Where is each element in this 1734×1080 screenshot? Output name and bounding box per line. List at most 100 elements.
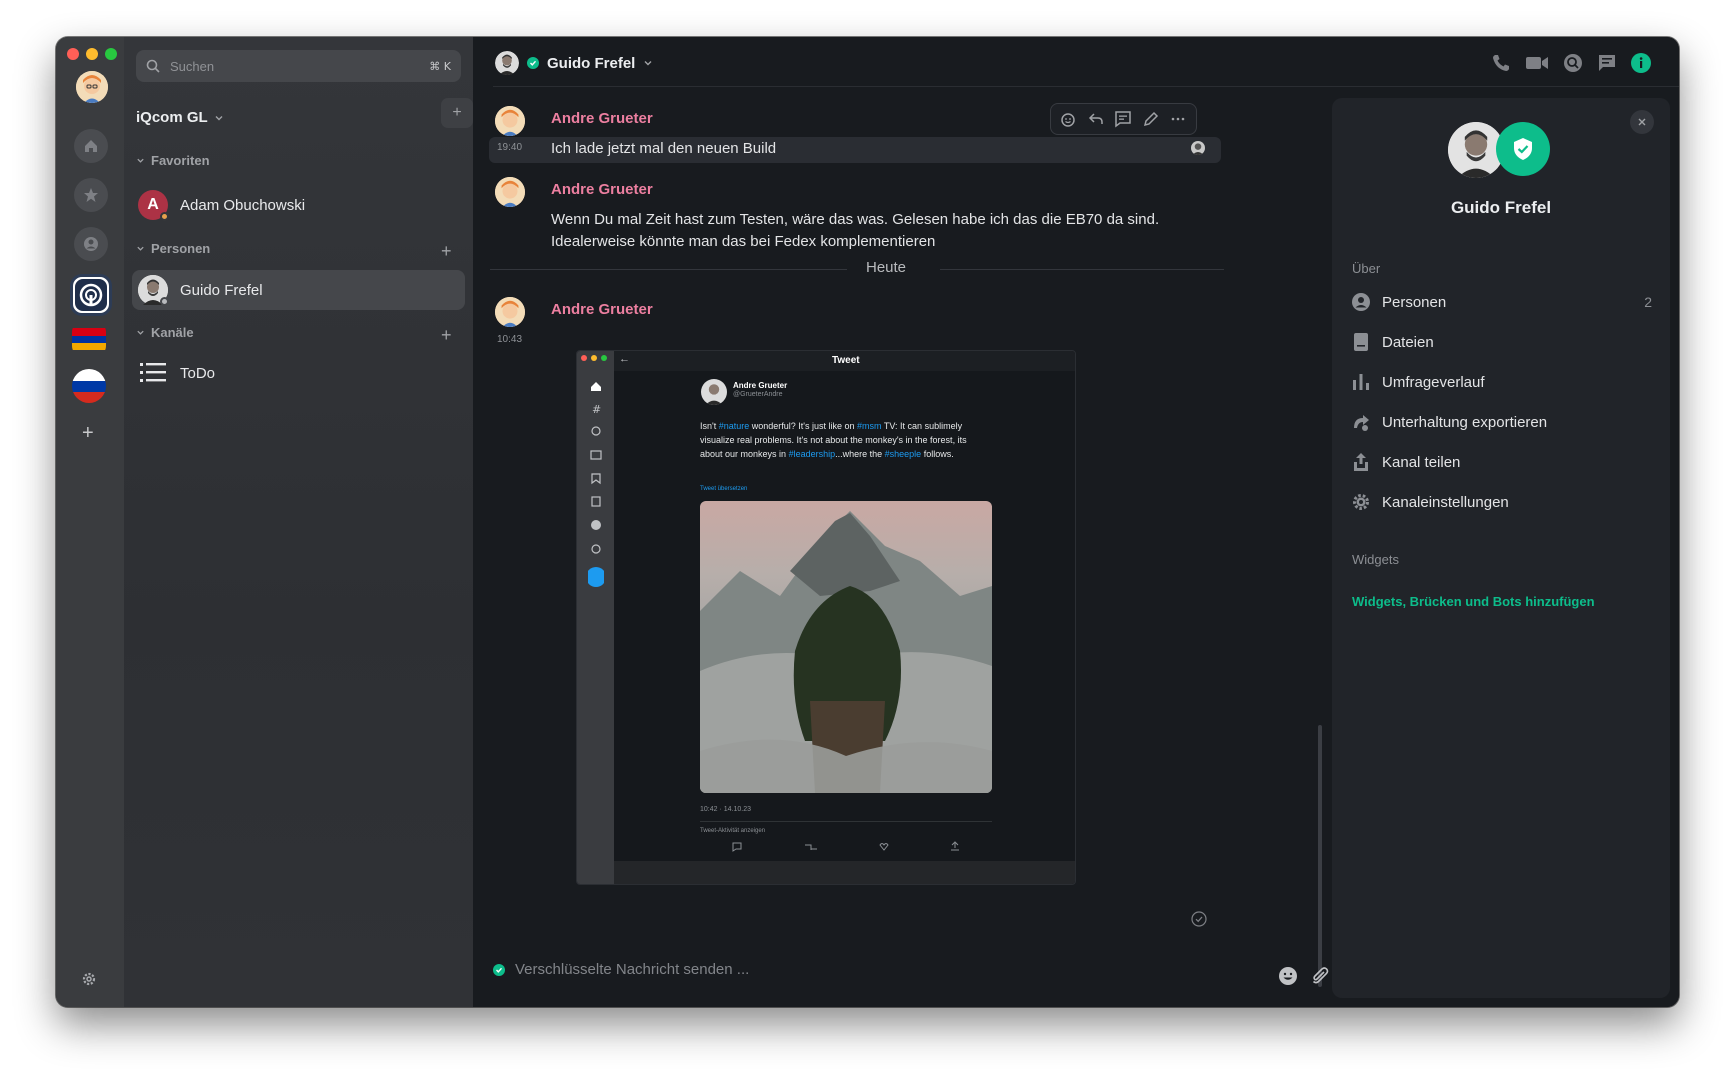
minimize-window-button[interactable] <box>86 48 98 60</box>
gear-icon <box>82 972 96 986</box>
search-shortcut: ⌘ K <box>429 59 451 73</box>
panel-room-name: Guido Frefel <box>1450 198 1552 217</box>
chevron-down-icon <box>137 158 144 163</box>
person-icon <box>1350 291 1372 313</box>
more-options-icon[interactable] <box>1169 110 1187 128</box>
shield-check-icon <box>1514 138 1532 160</box>
message-body: Ich lade jetzt mal den neuen Build <box>551 140 777 157</box>
attachment-icon[interactable] <box>1310 966 1330 986</box>
composer <box>493 960 1073 979</box>
reply-icon[interactable] <box>1087 110 1105 128</box>
tweet-author-avatar <box>701 379 727 405</box>
react-icon[interactable] <box>1060 110 1078 128</box>
add-person-button[interactable]: + <box>441 242 452 260</box>
people-button[interactable] <box>74 227 108 261</box>
encrypted-shield-icon <box>493 963 505 976</box>
room-adam-obuchowski[interactable]: A Adam Obuchowski <box>132 185 465 225</box>
image-attachment[interactable]: ← Tweet # Andre Grueter @GrueterAndre Is… <box>576 350 1076 885</box>
list-icon <box>138 358 168 388</box>
sidebar-nav-icons: # <box>588 382 604 587</box>
presence-online-dot <box>160 297 169 306</box>
add-space-button[interactable]: + <box>82 422 94 445</box>
message-sender[interactable]: Andre Grueter <box>551 181 653 198</box>
space-title[interactable]: iQcom GL <box>136 109 224 126</box>
phone-icon[interactable] <box>1491 53 1511 73</box>
sender-avatar[interactable] <box>495 177 525 207</box>
date-divider-line <box>490 269 847 270</box>
user-avatar[interactable] <box>76 71 108 103</box>
panel-item-export-chat[interactable]: Unterhaltung exportieren <box>1350 408 1652 436</box>
message-timestamp: 10:43 <box>497 334 523 345</box>
video-call-icon[interactable] <box>1525 53 1549 73</box>
armenia-flag-icon <box>72 328 106 350</box>
verified-badge[interactable] <box>1496 122 1550 176</box>
room-guido-frefel[interactable]: Guido Frefel <box>132 270 465 310</box>
room-search-icon[interactable] <box>1563 53 1583 73</box>
room-info-panel: Guido Frefel Über Personen 2 Dateien Umf… <box>1332 98 1670 998</box>
panel-item-room-settings[interactable]: Kanaleinstellungen <box>1350 488 1652 516</box>
room-list: ⌘ K iQcom GL + Favoriten A Adam Obuchows… <box>124 37 473 1007</box>
edit-icon[interactable] <box>1142 110 1160 128</box>
settings-button[interactable] <box>81 971 97 992</box>
panel-section-widgets: Widgets <box>1352 552 1399 567</box>
emoji-icon[interactable] <box>1278 966 1298 986</box>
thread-icon[interactable] <box>1114 110 1132 128</box>
avatar: A <box>138 190 169 221</box>
message-body-line: Idealerweise könnte man das bei Fedex ko… <box>551 233 936 250</box>
close-panel-button[interactable] <box>1630 110 1654 134</box>
message-sender[interactable]: Andre Grueter <box>551 110 653 127</box>
section-favorites[interactable]: Favoriten <box>136 153 210 168</box>
space-russia[interactable] <box>72 369 106 403</box>
tweet-divider <box>700 821 992 822</box>
panel-item-poll-history[interactable]: Umfrageverlauf <box>1350 368 1652 396</box>
room-todo[interactable]: ToDo <box>132 353 465 393</box>
home-button[interactable] <box>74 129 108 163</box>
person-circle-icon <box>84 237 98 251</box>
tweet-action-icons <box>732 841 959 852</box>
export-icon <box>1350 411 1372 433</box>
share-icon <box>1350 451 1372 473</box>
search-bar[interactable]: ⌘ K <box>136 50 461 82</box>
message-input[interactable] <box>513 960 1073 979</box>
panel-item-share-room[interactable]: Kanal teilen <box>1350 448 1652 476</box>
section-people[interactable]: Personen <box>136 241 210 256</box>
people-count: 2 <box>1644 294 1652 310</box>
room-info-card <box>1332 98 1670 998</box>
read-receipt-avatar[interactable] <box>1191 141 1205 155</box>
panel-item-files[interactable]: Dateien <box>1350 328 1652 356</box>
close-window-button[interactable] <box>67 48 79 60</box>
panel-item-people[interactable]: Personen 2 <box>1350 288 1652 316</box>
tweet-timestamp: 10:42 · 14.10.23 <box>700 806 751 813</box>
space-rail: + <box>56 37 124 1007</box>
tweet-activity-link[interactable]: Tweet-Aktivität anzeigen <box>700 828 765 834</box>
iqcom-logo-icon <box>75 279 107 311</box>
add-widgets-link[interactable]: Widgets, Brücken und Bots hinzufügen <box>1352 594 1595 609</box>
threads-icon[interactable] <box>1597 53 1617 73</box>
message-sender[interactable]: Andre Grueter <box>551 301 653 318</box>
tweet-handle: @GrueterAndre <box>733 391 783 398</box>
timeline-scrollbar[interactable] <box>1318 725 1322 987</box>
room-info-icon[interactable] <box>1631 53 1651 73</box>
app-window: + ⌘ K iQcom GL + Favoriten A Adam Obucho… <box>56 37 1679 1007</box>
add-channel-button[interactable]: + <box>441 326 452 344</box>
zoom-window-button[interactable] <box>105 48 117 60</box>
search-input[interactable] <box>168 57 430 75</box>
message-action-bar <box>1050 103 1197 135</box>
tweet-translate-link[interactable]: Tweet übersetzen <box>700 486 747 492</box>
space-iqcom[interactable] <box>70 274 112 316</box>
verified-shield-icon <box>527 57 539 69</box>
add-room-button[interactable]: + <box>441 98 473 128</box>
tweet-window-title: Tweet <box>832 355 860 366</box>
section-channels[interactable]: Kanäle <box>136 325 194 340</box>
sender-avatar[interactable] <box>495 297 525 327</box>
room-header[interactable]: Guido Frefel <box>495 51 653 75</box>
sent-receipt-icon <box>1191 911 1207 932</box>
gear-icon <box>1350 491 1372 513</box>
favourites-button[interactable] <box>74 178 108 212</box>
header-actions <box>1491 53 1651 73</box>
sender-avatar[interactable] <box>495 106 525 136</box>
traffic-light <box>601 355 607 361</box>
avatar <box>138 275 169 306</box>
chevron-down-icon <box>137 330 144 335</box>
space-armenia[interactable] <box>72 322 106 356</box>
